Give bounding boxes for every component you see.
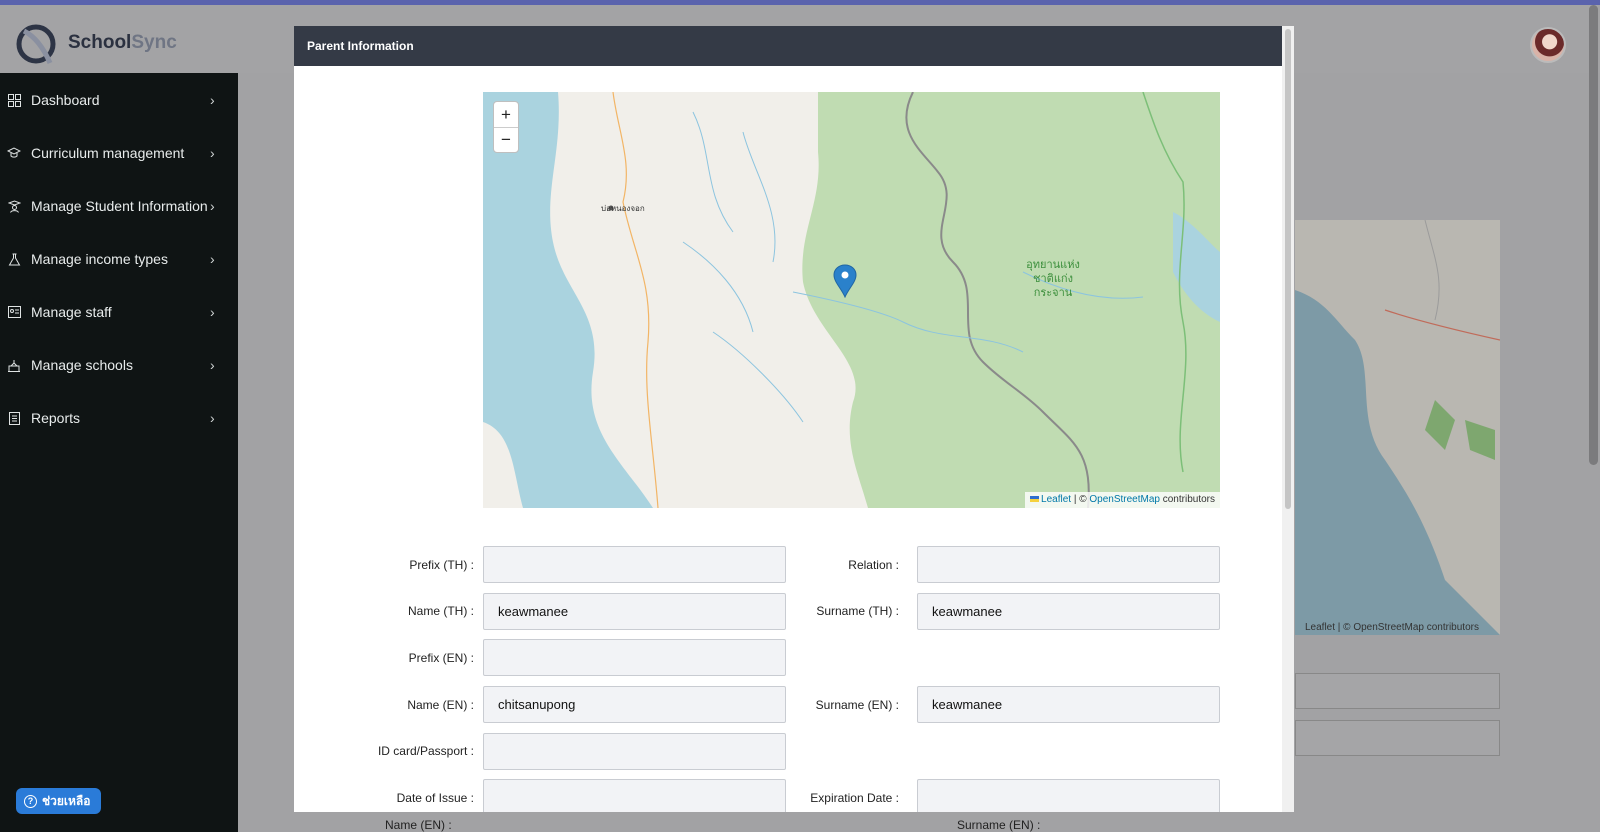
expiration-date-label: Expiration Date : [810,791,899,805]
help-label: ช่วยเหลือ [42,793,91,808]
name-th-label: Name (TH) : [408,604,474,618]
background-label-surname-en: Surname (EN) : [957,818,1041,832]
graduation-cap-icon [7,146,21,160]
id-card-label: ID card/Passport : [377,744,474,758]
flask-icon [7,252,21,266]
background-field [1295,673,1500,709]
chevron-right-icon: › [210,145,215,161]
modal-scrollbar-thumb[interactable] [1285,29,1291,509]
background-field [1295,720,1500,756]
attribution-separator: | © [1071,494,1090,505]
osm-link[interactable]: OpenStreetMap [1353,622,1424,633]
sidebar-item-label: Reports [31,410,81,426]
attribution-separator: | © [1335,622,1354,633]
chevron-right-icon: › [210,251,215,267]
school-icon [7,358,21,372]
grid-icon [7,93,21,107]
map-tiles [483,92,1220,508]
sidebar-item-staff[interactable]: Manage staff › [0,292,238,332]
id-card-input[interactable] [483,733,786,770]
sidebar-item-label: Manage schools [31,357,133,373]
flag-icon [1030,496,1040,503]
chevron-right-icon: › [210,92,215,108]
prefix-en-input[interactable] [483,639,786,676]
park-label-line-1: อุทยานแห่ง [1026,259,1080,271]
relation-input[interactable] [917,546,1220,583]
modal-scrollbar[interactable] [1282,26,1294,812]
background-map [1295,220,1500,635]
modal-title: Parent Information [294,26,1282,66]
avatar[interactable] [1530,27,1566,63]
brand-primary: School [68,32,132,53]
chevron-right-icon: › [210,357,215,373]
sidebar-item-label: Dashboard [31,92,100,108]
sidebar-item-income-types[interactable]: Manage income types › [0,239,238,279]
prefix-en-label: Prefix (EN) : [408,651,474,665]
logo-text: SchoolSync [68,32,177,54]
zoom-out-button[interactable]: − [494,127,518,152]
zoom-in-button[interactable]: + [494,102,518,127]
name-en-label: Name (EN) : [407,698,474,712]
sidebar-item-label: Manage income types [31,251,168,267]
surname-en-input[interactable] [917,686,1220,723]
town-label: บ่อหนองจอก [601,204,645,213]
leaflet-link[interactable]: Leaflet [1041,494,1071,505]
leaflet-link[interactable]: Leaflet [1305,622,1335,633]
location-map[interactable]: อุทยานแห่ง ชาติแก่ง กระจาน บ่อหนองจอก + … [483,92,1220,508]
attribution-tail: contributors [1159,494,1215,505]
date-of-issue-label: Date of Issue : [396,791,474,805]
map-attribution: Leaflet | © OpenStreetMap contributors [1025,492,1220,508]
background-label-name-en: Name (EN) : [385,818,452,832]
zoom-control: + − [493,101,519,153]
background-map-attribution: Leaflet | © OpenStreetMap contributors [1305,622,1479,633]
osm-link[interactable]: OpenStreetMap [1089,494,1160,505]
sidebar-item-reports[interactable]: Reports › [0,398,238,438]
relation-label: Relation : [848,558,899,572]
sidebar-item-label: Manage Student Information [31,198,208,214]
surname-th-input[interactable] [917,593,1220,630]
page-scrollbar[interactable] [1589,5,1598,465]
student-icon [7,199,21,213]
chevron-right-icon: › [210,304,215,320]
surname-en-label: Surname (EN) : [815,698,899,712]
expiration-date-input[interactable] [917,779,1220,812]
logo[interactable]: SchoolSync [16,19,177,67]
sidebar-item-student-info[interactable]: Manage Student Information › [0,186,238,226]
park-label: อุทยานแห่ง ชาติแก่ง กระจาน [1013,258,1093,300]
chevron-right-icon: › [210,198,215,214]
sidebar-item-dashboard[interactable]: Dashboard › [0,80,238,120]
question-icon: ? [24,794,37,808]
map-marker-icon[interactable] [833,264,857,299]
prefix-th-label: Prefix (TH) : [409,558,474,572]
park-label-line-3: กระจาน [1033,287,1073,299]
help-button[interactable]: ? ช่วยเหลือ [16,788,101,814]
brand-secondary: Sync [131,32,177,53]
park-label-line-2: ชาติแก่ง [1033,273,1073,285]
sidebar-item-curriculum[interactable]: Curriculum management › [0,133,238,173]
chevron-right-icon: › [210,410,215,426]
report-icon [7,411,21,425]
sidebar: Dashboard › Curriculum management › Mana… [0,73,238,832]
sidebar-item-label: Curriculum management [31,145,185,161]
sidebar-item-schools[interactable]: Manage schools › [0,345,238,385]
attribution-tail: contributors [1423,622,1479,633]
logo-mark [16,19,60,67]
parent-information-modal: Parent Information อุทยานแห่ง ชาติแก่ง ก… [294,26,1294,812]
id-card-icon [7,305,21,319]
surname-th-label: Surname (TH) : [816,604,899,618]
sidebar-item-label: Manage staff [31,304,112,320]
